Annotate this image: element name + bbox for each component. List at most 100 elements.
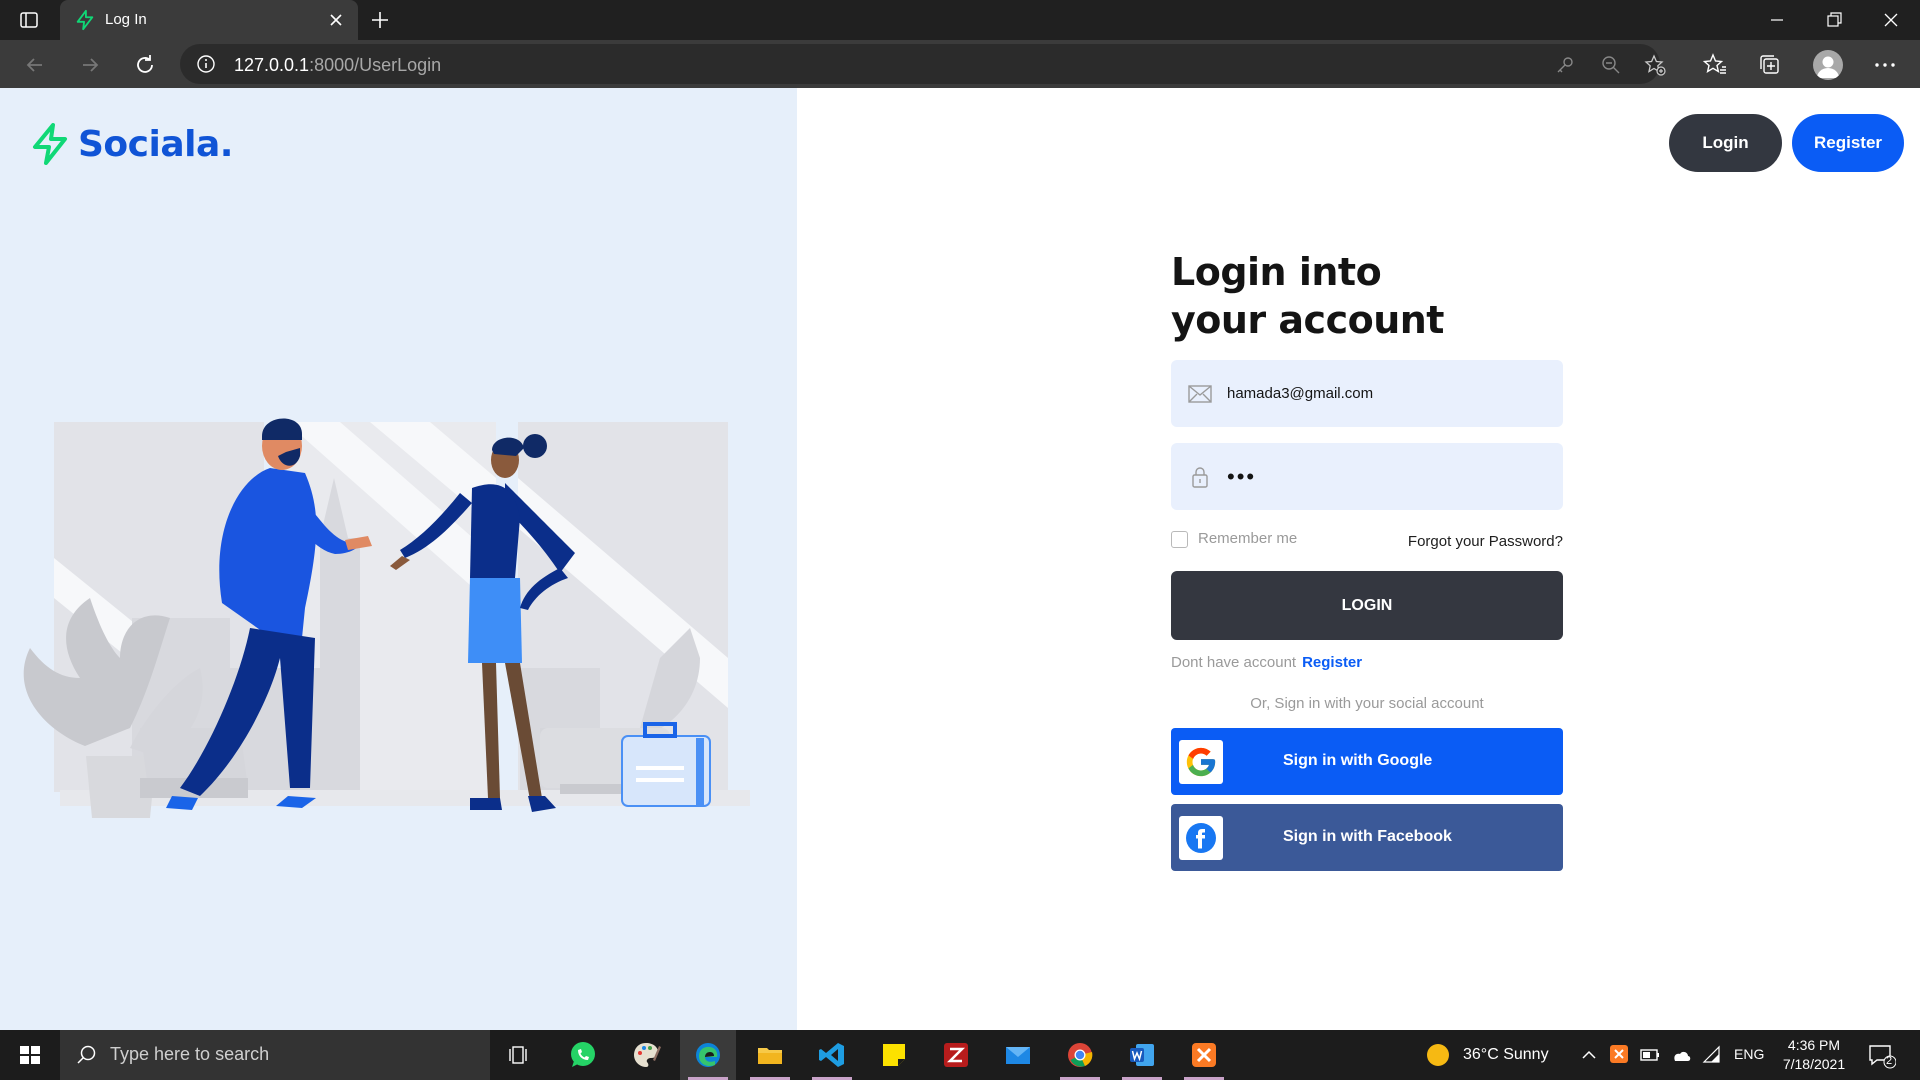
profile-icon [1817,56,1839,78]
header-login-button[interactable]: Login [1669,114,1782,172]
wifi-icon[interactable] [1702,1045,1722,1065]
back-icon[interactable] [22,52,48,78]
browser-tab[interactable]: Log In [60,0,358,40]
whatsapp-app[interactable] [555,1030,611,1080]
collections-icon[interactable] [1757,52,1783,78]
forward-icon[interactable] [77,52,103,78]
people-greeting-illustration [23,418,750,818]
address-url[interactable]: 127.0.0.1:8000/UserLogin [234,55,441,76]
search-icon [77,1045,96,1064]
whatsapp-icon [571,1042,595,1067]
tab-title: Log In [105,11,147,28]
forgot-password-link[interactable]: Forgot your Password? [1408,533,1563,550]
chrome-app[interactable] [1052,1030,1108,1080]
xampp-tray-icon[interactable] [1609,1044,1629,1064]
new-tab-icon[interactable] [368,8,392,32]
register-link[interactable]: Register [1302,654,1362,671]
start-button[interactable] [0,1030,60,1080]
file-explorer-app[interactable] [742,1030,798,1080]
close-window-icon[interactable] [1877,6,1905,34]
onedrive-icon[interactable] [1670,1045,1692,1065]
header-register-button[interactable]: Register [1792,114,1904,172]
vscode-icon [819,1043,844,1067]
chrome-icon [1068,1043,1093,1067]
minimize-icon[interactable] [1763,6,1791,34]
remember-me-checkbox[interactable] [1171,531,1188,548]
google-button-label: Sign in with Google [1283,752,1433,769]
language-indicator[interactable]: ENG [1734,1046,1764,1062]
word-app[interactable] [1114,1030,1170,1080]
vscode-app[interactable] [804,1030,860,1080]
form-title-line1: Login into [1171,250,1382,294]
palette-icon [634,1043,661,1067]
brand-logo[interactable]: Sociala. [30,122,233,166]
url-path: :8000/UserLogin [309,55,442,75]
google-signin-button[interactable]: Sign in with Google [1171,728,1563,795]
more-menu-icon[interactable] [1872,52,1898,78]
restore-icon[interactable] [1820,6,1848,34]
form-title: Login into your account [1171,248,1563,344]
profile-avatar[interactable] [1813,50,1843,80]
facebook-icon [1179,816,1223,860]
zoom-out-icon[interactable] [1600,54,1622,76]
url-host: 127.0.0.1 [234,55,310,75]
browser-tab-bar: Log In [0,0,1920,40]
login-button[interactable]: LOGIN [1171,571,1563,640]
remember-me-label[interactable]: Remember me [1198,530,1297,547]
word-icon [1130,1044,1154,1066]
address-bar[interactable]: 127.0.0.1:8000/UserLogin [180,44,1666,84]
no-account-row: Dont have account Register [1171,654,1563,671]
lightning-icon [33,123,67,165]
envelope-icon [1188,385,1212,403]
edge-icon [696,1043,720,1067]
mail-app[interactable] [990,1030,1046,1080]
left-illustration-panel: Sociala. [0,88,797,1030]
form-options-row: Remember me Forgot your Password? [1171,518,1563,558]
email-field[interactable] [1171,360,1563,427]
site-info-icon[interactable] [196,54,216,74]
social-login-text: Or, Sign in with your social account [1250,695,1484,712]
notification-count: 2 [1886,1055,1893,1067]
app-icon [944,1043,968,1067]
taskbar-search[interactable]: Type here to search [60,1030,490,1080]
tab-actions-icon[interactable] [18,9,40,31]
refresh-icon[interactable] [132,52,158,78]
sticky-note-icon [883,1044,905,1066]
password-input[interactable] [1227,443,1547,510]
login-form: Login into your account Remember me Forg… [1171,248,1563,871]
no-account-text: Dont have account [1171,654,1297,671]
clock-date: 7/18/2021 [1782,1056,1846,1072]
close-tab-icon[interactable] [326,10,346,30]
brand-name: Sociala. [78,123,233,165]
paint-app[interactable] [618,1030,674,1080]
browser-toolbar: 127.0.0.1:8000/UserLogin [0,40,1920,88]
weather-widget[interactable]: 36°C Sunny [1425,1030,1549,1080]
mail-icon [1006,1047,1030,1064]
form-title-line2: your account [1171,298,1444,342]
task-view-icon [509,1046,527,1064]
task-view-button[interactable] [492,1030,548,1080]
sun-icon [1427,1044,1449,1066]
google-icon [1179,740,1223,784]
folder-icon [758,1048,782,1064]
add-favorite-icon[interactable] [1644,54,1666,76]
notification-center[interactable]: 2 [1866,1040,1897,1070]
sticky-notes-app[interactable] [866,1030,922,1080]
windows-taskbar: Type here to search 36°C Sunny ENG 4:36 … [0,1030,1920,1080]
favorites-icon[interactable] [1702,52,1728,78]
chevron-up-icon[interactable] [1580,1046,1598,1064]
filezilla-app[interactable] [928,1030,984,1080]
password-field[interactable] [1171,443,1563,510]
windows-logo-icon [20,1046,40,1064]
clock[interactable]: 4:36 PM 7/18/2021 [1764,1036,1864,1074]
key-icon[interactable] [1554,54,1576,76]
xampp-app[interactable] [1176,1030,1232,1080]
facebook-signin-button[interactable]: Sign in with Facebook [1171,804,1563,871]
clock-time: 4:36 PM [1787,1037,1841,1053]
weather-text: 36°C Sunny [1463,1046,1549,1063]
battery-icon[interactable] [1640,1045,1660,1065]
edge-app[interactable] [680,1030,736,1080]
search-placeholder: Type here to search [110,1044,270,1064]
facebook-button-label: Sign in with Facebook [1283,828,1452,845]
email-input[interactable] [1227,360,1547,427]
